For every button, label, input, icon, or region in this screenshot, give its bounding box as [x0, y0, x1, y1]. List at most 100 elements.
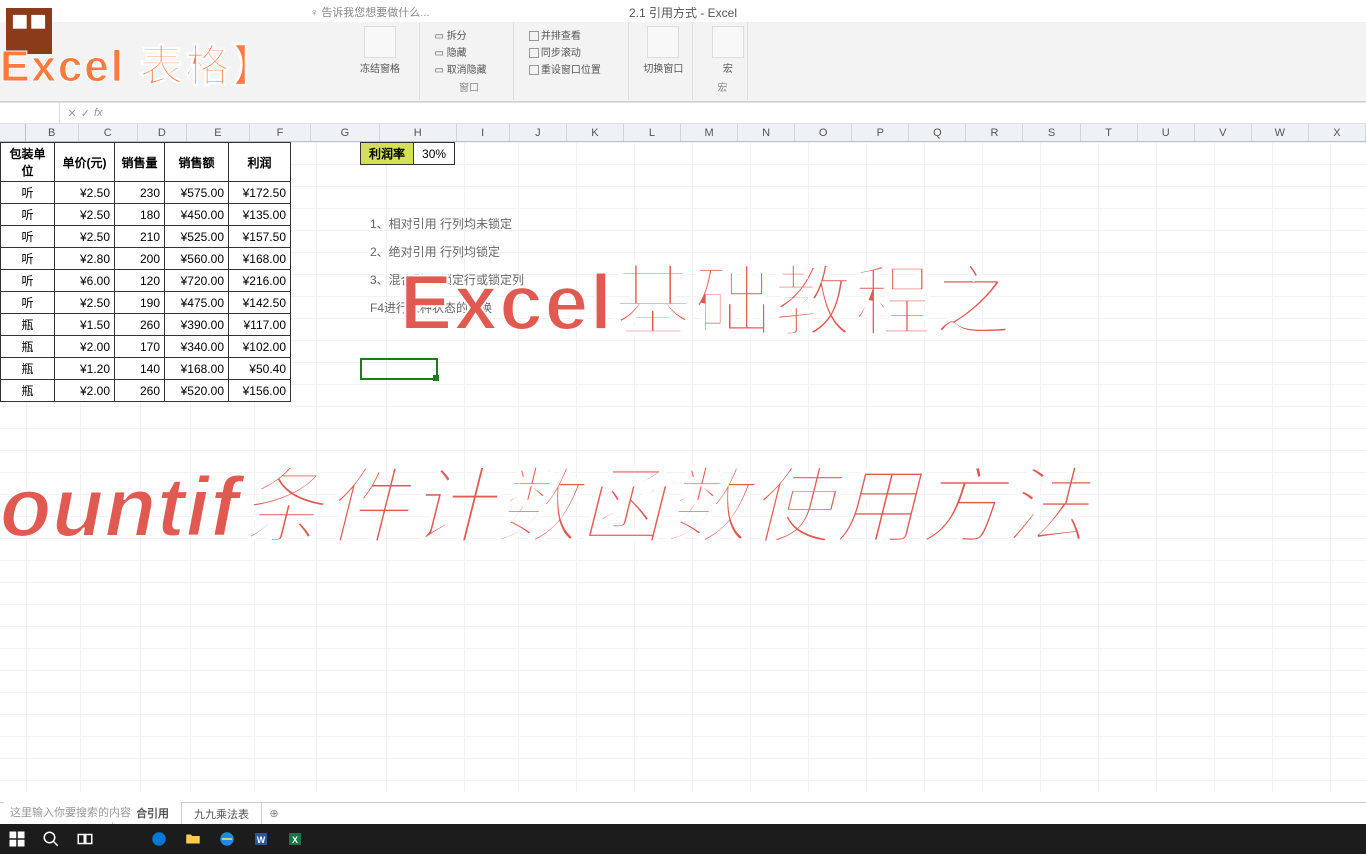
col-header-H[interactable]: H: [380, 124, 457, 141]
table-cell[interactable]: ¥2.00: [55, 336, 115, 358]
search-icon[interactable]: [34, 824, 68, 854]
col-header-T[interactable]: T: [1081, 124, 1138, 141]
col-header-G[interactable]: G: [311, 124, 380, 141]
formula-input[interactable]: [110, 103, 1366, 123]
confirm-formula-icon[interactable]: ✓: [81, 107, 90, 120]
task-view-icon[interactable]: [68, 824, 102, 854]
col-header-J[interactable]: J: [510, 124, 567, 141]
col-header-B[interactable]: B: [26, 124, 79, 141]
table-cell[interactable]: 120: [115, 270, 165, 292]
sync-scroll-button[interactable]: 同步滚动: [527, 43, 620, 60]
table-cell[interactable]: ¥50.40: [229, 358, 291, 380]
side-by-side-button[interactable]: 并排查看: [527, 26, 620, 43]
table-cell[interactable]: 210: [115, 226, 165, 248]
table-cell[interactable]: ¥168.00: [165, 358, 229, 380]
reset-pos-button[interactable]: 重设窗口位置: [527, 60, 620, 77]
table-cell[interactable]: ¥525.00: [165, 226, 229, 248]
table-cell[interactable]: 180: [115, 204, 165, 226]
word-icon[interactable]: W: [244, 824, 278, 854]
col-header-I[interactable]: I: [457, 124, 510, 141]
tell-me-search[interactable]: ♀ 告诉我您想要做什么...: [310, 4, 429, 20]
table-cell[interactable]: 140: [115, 358, 165, 380]
excel-icon[interactable]: X: [278, 824, 312, 854]
table-cell[interactable]: ¥172.50: [229, 182, 291, 204]
table-cell[interactable]: ¥1.50: [55, 314, 115, 336]
table-cell[interactable]: ¥720.00: [165, 270, 229, 292]
table-cell[interactable]: ¥168.00: [229, 248, 291, 270]
table-cell[interactable]: ¥216.00: [229, 270, 291, 292]
col-header-D[interactable]: D: [138, 124, 187, 141]
table-cell[interactable]: ¥157.50: [229, 226, 291, 248]
table-cell[interactable]: 瓶: [1, 336, 55, 358]
col-header-R[interactable]: R: [966, 124, 1023, 141]
switch-window-button[interactable]: 切换窗口: [641, 26, 685, 75]
table-cell[interactable]: 听: [1, 270, 55, 292]
table-cell[interactable]: 瓶: [1, 358, 55, 380]
col-header-P[interactable]: P: [852, 124, 909, 141]
sheet-tab-3[interactable]: 九九乘法表: [182, 803, 262, 825]
table-cell[interactable]: ¥142.50: [229, 292, 291, 314]
table-cell[interactable]: ¥520.00: [165, 380, 229, 402]
table-cell[interactable]: 听: [1, 226, 55, 248]
edge-icon[interactable]: [142, 824, 176, 854]
col-header-X[interactable]: X: [1309, 124, 1366, 141]
table-cell[interactable]: ¥560.00: [165, 248, 229, 270]
col-header-K[interactable]: K: [567, 124, 624, 141]
table-cell[interactable]: 瓶: [1, 314, 55, 336]
unhide-button[interactable]: ▭ 取消隐藏: [432, 60, 505, 77]
table-cell[interactable]: ¥450.00: [165, 204, 229, 226]
table-cell[interactable]: ¥340.00: [165, 336, 229, 358]
name-box[interactable]: [0, 103, 60, 123]
table-cell[interactable]: 听: [1, 248, 55, 270]
select-all-corner[interactable]: [0, 124, 26, 141]
folder-icon[interactable]: [176, 824, 210, 854]
table-cell[interactable]: ¥2.00: [55, 380, 115, 402]
table-cell[interactable]: ¥135.00: [229, 204, 291, 226]
fx-button[interactable]: fx: [94, 107, 103, 119]
table-cell[interactable]: 230: [115, 182, 165, 204]
hide-button[interactable]: ▭ 隐藏: [432, 43, 505, 60]
col-header-C[interactable]: C: [79, 124, 138, 141]
add-sheet-button[interactable]: ⊕: [262, 807, 286, 820]
fill-handle[interactable]: [433, 375, 439, 381]
col-header-L[interactable]: L: [624, 124, 681, 141]
col-header-Q[interactable]: Q: [909, 124, 966, 141]
table-cell[interactable]: ¥6.00: [55, 270, 115, 292]
table-cell[interactable]: 200: [115, 248, 165, 270]
table-cell[interactable]: 听: [1, 204, 55, 226]
col-header-S[interactable]: S: [1023, 124, 1080, 141]
table-cell[interactable]: 190: [115, 292, 165, 314]
profit-rate-value[interactable]: 30%: [414, 143, 455, 165]
col-header-W[interactable]: W: [1252, 124, 1309, 141]
table-cell[interactable]: ¥2.50: [55, 182, 115, 204]
start-button[interactable]: [0, 824, 34, 854]
ie-icon[interactable]: [210, 824, 244, 854]
table-cell[interactable]: ¥117.00: [229, 314, 291, 336]
table-cell[interactable]: ¥575.00: [165, 182, 229, 204]
table-cell[interactable]: ¥156.00: [229, 380, 291, 402]
table-cell[interactable]: 听: [1, 182, 55, 204]
table-cell[interactable]: ¥2.50: [55, 292, 115, 314]
table-cell[interactable]: 听: [1, 292, 55, 314]
table-cell[interactable]: 瓶: [1, 380, 55, 402]
table-cell[interactable]: 260: [115, 380, 165, 402]
col-header-F[interactable]: F: [250, 124, 311, 141]
table-cell[interactable]: ¥102.00: [229, 336, 291, 358]
table-cell[interactable]: ¥475.00: [165, 292, 229, 314]
col-header-E[interactable]: E: [187, 124, 250, 141]
taskbar-search-hint[interactable]: 这里输入你要搜索的内容: [4, 802, 137, 822]
table-cell[interactable]: ¥390.00: [165, 314, 229, 336]
table-cell[interactable]: 260: [115, 314, 165, 336]
macros-button[interactable]: 宏: [706, 26, 750, 75]
col-header-V[interactable]: V: [1195, 124, 1252, 141]
cancel-formula-icon[interactable]: ✕: [68, 107, 77, 120]
col-header-U[interactable]: U: [1138, 124, 1195, 141]
col-header-M[interactable]: M: [681, 124, 738, 141]
freeze-panes-button[interactable]: 冻结窗格: [358, 26, 402, 75]
split-button[interactable]: ▭ 拆分: [432, 26, 505, 43]
col-header-O[interactable]: O: [795, 124, 852, 141]
table-cell[interactable]: ¥2.80: [55, 248, 115, 270]
col-header-N[interactable]: N: [738, 124, 795, 141]
table-cell[interactable]: ¥2.50: [55, 204, 115, 226]
table-cell[interactable]: ¥1.20: [55, 358, 115, 380]
